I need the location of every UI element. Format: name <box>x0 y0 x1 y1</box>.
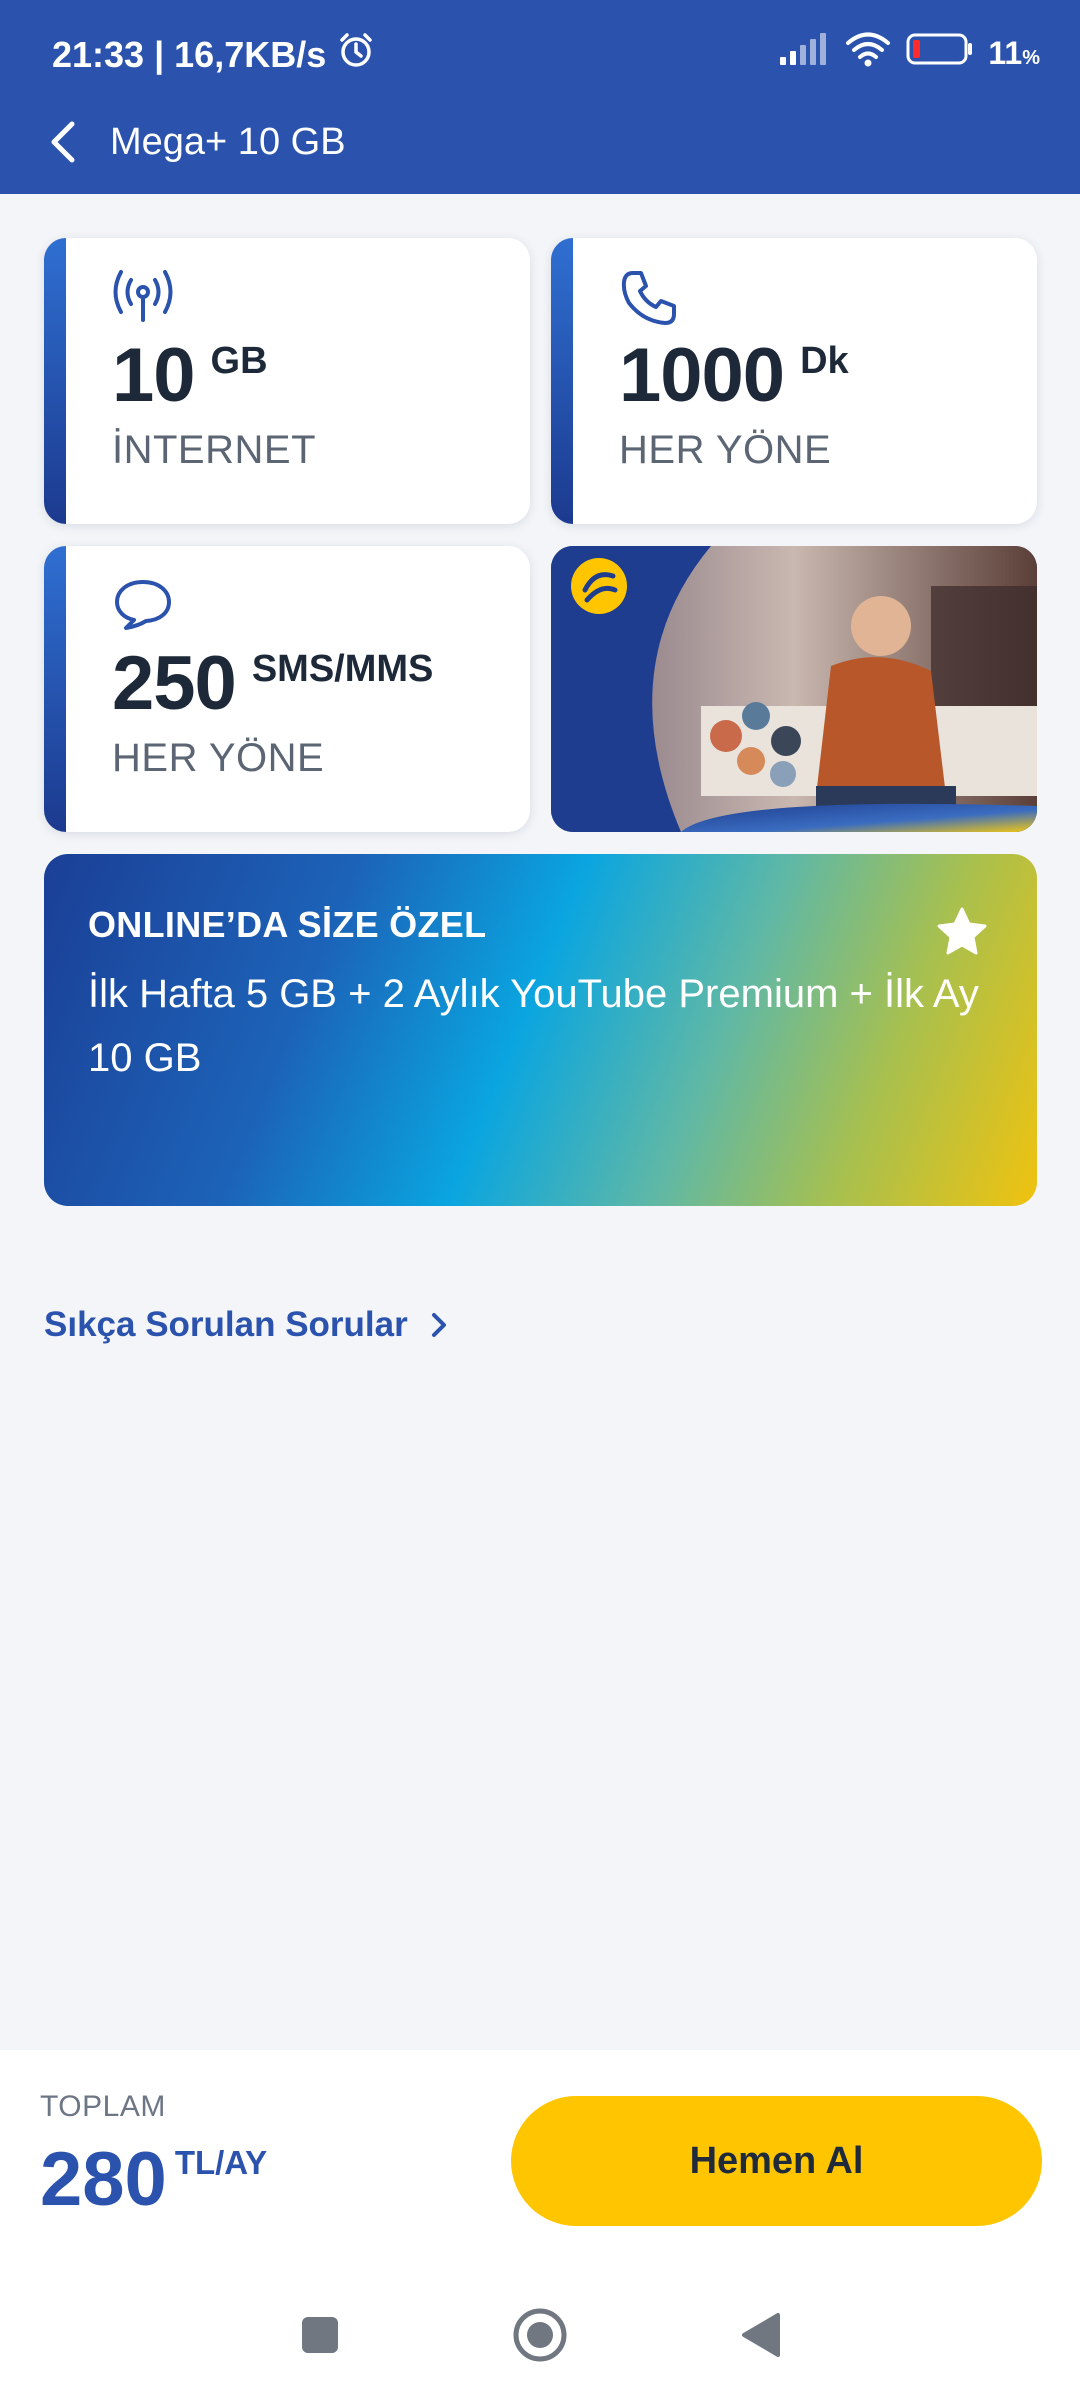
signal-icon <box>778 31 830 76</box>
internet-value: 10 GB <box>112 336 268 416</box>
home-button[interactable] <box>505 2300 575 2370</box>
back-button[interactable] <box>34 112 94 172</box>
internet-amount: 10 <box>112 333 196 418</box>
card-accent <box>44 238 66 524</box>
battery-value: 11 <box>988 35 1023 71</box>
total-price: 280 TL/AY <box>40 2138 267 2222</box>
circle-icon <box>513 2308 567 2362</box>
square-icon <box>302 2317 338 2353</box>
antenna-icon <box>112 268 174 329</box>
status-left: 21:33 | 16,7KB/s <box>52 30 376 79</box>
back-nav-button[interactable] <box>725 2300 795 2370</box>
app-header: 21:33 | 16,7KB/s 11% Mega+ 10 GB <box>0 0 1080 194</box>
faq-link[interactable]: Sıkça Sorulan Sorular <box>44 1305 448 1345</box>
offer-banner[interactable]: ONLINE’DA SİZE ÖZEL İlk Hafta 5 GB + 2 A… <box>44 854 1037 1206</box>
buy-now-button[interactable]: Hemen Al <box>511 2096 1042 2226</box>
internet-card: 10 GB İNTERNET <box>44 238 530 524</box>
sms-card: 250 SMS/MMS HER YÖNE <box>44 546 530 832</box>
minutes-card: 1000 Dk HER YÖNE <box>551 238 1037 524</box>
status-right: 11% <box>778 30 1040 77</box>
title-row: Mega+ 10 GB <box>0 104 1080 194</box>
phone-icon <box>619 268 679 333</box>
network-speed: 16,7KB/s <box>174 33 327 75</box>
chevron-right-icon <box>431 1313 446 1337</box>
total-label: TOPLAM <box>40 2090 166 2123</box>
minutes-label: HER YÖNE <box>619 428 832 472</box>
card-accent <box>551 238 573 524</box>
minutes-value: 1000 Dk <box>619 336 849 416</box>
system-nav-bar <box>0 2270 1080 2400</box>
sms-unit: SMS/MMS <box>251 648 434 690</box>
internet-unit: GB <box>210 340 268 382</box>
chevron-left-icon <box>51 121 75 163</box>
battery-icon <box>906 32 974 75</box>
banner-description: İlk Hafta 5 GB + 2 Aylık YouTube Premium… <box>88 972 979 1080</box>
promo-image <box>551 546 1037 832</box>
minutes-amount: 1000 <box>619 333 785 418</box>
total-unit: TL/AY <box>174 2144 268 2181</box>
sms-amount: 250 <box>112 641 237 726</box>
banner-title: ONLINE’DA SİZE ÖZEL <box>88 904 487 945</box>
sms-label: HER YÖNE <box>112 736 325 780</box>
page-title: Mega+ 10 GB <box>110 121 346 163</box>
status-bar: 21:33 | 16,7KB/s 11% <box>0 0 1080 104</box>
sms-value: 250 SMS/MMS <box>112 644 433 724</box>
battery-unit: % <box>1022 47 1040 69</box>
battery-percentage: 11% <box>988 35 1040 72</box>
recents-button[interactable] <box>285 2300 355 2370</box>
alarm-icon <box>336 30 376 79</box>
status-separator: | <box>154 33 165 75</box>
triangle-back-icon <box>742 2313 780 2357</box>
wifi-icon <box>844 30 892 77</box>
card-accent <box>44 546 66 832</box>
internet-label: İNTERNET <box>112 428 316 472</box>
faq-label: Sıkça Sorulan Sorular <box>44 1305 408 1344</box>
chat-bubble-icon <box>112 576 174 637</box>
total-amount: 280 <box>40 2137 167 2222</box>
status-time: 21:33 <box>52 33 145 75</box>
star-icon <box>935 906 989 963</box>
minutes-unit: Dk <box>800 340 849 382</box>
